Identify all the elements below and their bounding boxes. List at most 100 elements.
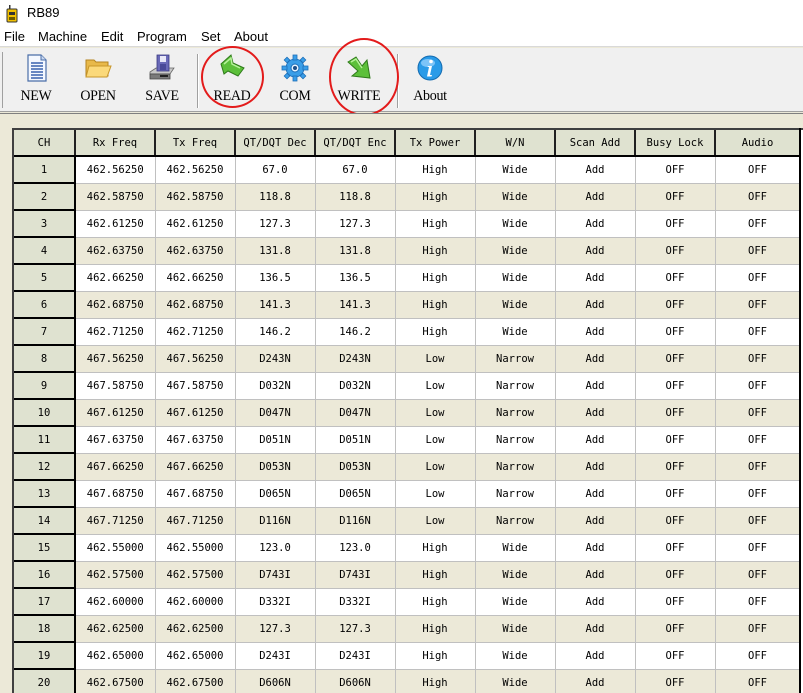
cell-wn[interactable]: Wide (475, 534, 556, 562)
read-button[interactable]: READ (210, 52, 254, 108)
cell-tx-power[interactable]: High (395, 534, 476, 562)
cell-rx-freq[interactable]: 462.68750 (75, 291, 156, 319)
cell-qt-dec[interactable]: 141.3 (235, 291, 316, 319)
cell-qt-enc[interactable]: 127.3 (315, 615, 396, 643)
cell-tx-power[interactable]: High (395, 588, 476, 616)
cell-audio[interactable]: OFF (715, 345, 801, 373)
cell-tx-power[interactable]: High (395, 642, 476, 670)
cell-tx-freq[interactable]: 462.55000 (155, 534, 236, 562)
cell-audio[interactable]: OFF (715, 156, 801, 184)
cell-busy-lock[interactable]: OFF (635, 615, 716, 643)
cell-qt-dec[interactable]: D743I (235, 561, 316, 589)
cell-rx-freq[interactable]: 467.68750 (75, 480, 156, 508)
cell-busy-lock[interactable]: OFF (635, 399, 716, 427)
cell-qt-dec[interactable]: 131.8 (235, 237, 316, 265)
cell-scan-add[interactable]: Add (555, 318, 636, 346)
cell-tx-freq[interactable]: 462.66250 (155, 264, 236, 292)
cell-busy-lock[interactable]: OFF (635, 264, 716, 292)
cell-tx-freq[interactable]: 462.71250 (155, 318, 236, 346)
cell-tx-freq[interactable]: 462.58750 (155, 183, 236, 211)
cell-scan-add[interactable]: Add (555, 453, 636, 481)
column-header-wn[interactable]: W/N (475, 130, 556, 157)
cell-scan-add[interactable]: Add (555, 372, 636, 400)
cell-qt-dec[interactable]: D116N (235, 507, 316, 535)
cell-rx-freq[interactable]: 462.56250 (75, 156, 156, 184)
cell-qt-enc[interactable]: D032N (315, 372, 396, 400)
cell-scan-add[interactable]: Add (555, 291, 636, 319)
cell-rx-freq[interactable]: 467.71250 (75, 507, 156, 535)
cell-tx-freq[interactable]: 467.63750 (155, 426, 236, 454)
cell-busy-lock[interactable]: OFF (635, 183, 716, 211)
menu-about[interactable]: About (234, 29, 268, 44)
cell-rx-freq[interactable]: 467.61250 (75, 399, 156, 427)
cell-busy-lock[interactable]: OFF (635, 642, 716, 670)
cell-tx-power[interactable]: High (395, 237, 476, 265)
cell-wn[interactable]: Narrow (475, 480, 556, 508)
cell-qt-dec[interactable]: 67.0 (235, 156, 316, 184)
cell-tx-freq[interactable]: 462.57500 (155, 561, 236, 589)
toolbar-grip[interactable] (2, 52, 4, 108)
cell-qt-enc[interactable]: D243N (315, 345, 396, 373)
cell-tx-freq[interactable]: 467.66250 (155, 453, 236, 481)
cell-busy-lock[interactable]: OFF (635, 372, 716, 400)
column-header-rx-freq[interactable]: Rx Freq (75, 130, 156, 157)
cell-busy-lock[interactable]: OFF (635, 156, 716, 184)
cell-tx-freq[interactable]: 462.60000 (155, 588, 236, 616)
cell-qt-dec[interactable]: D243I (235, 642, 316, 670)
cell-tx-power[interactable]: High (395, 156, 476, 184)
cell-tx-power[interactable]: Low (395, 480, 476, 508)
cell-audio[interactable]: OFF (715, 480, 801, 508)
cell-wn[interactable]: Narrow (475, 507, 556, 535)
cell-scan-add[interactable]: Add (555, 615, 636, 643)
cell-scan-add[interactable]: Add (555, 399, 636, 427)
cell-wn[interactable]: Wide (475, 642, 556, 670)
save-button[interactable]: SAVE (140, 52, 184, 108)
cell-qt-enc[interactable]: D053N (315, 453, 396, 481)
column-header-audio[interactable]: Audio (715, 130, 801, 157)
cell-qt-dec[interactable]: D243N (235, 345, 316, 373)
cell-scan-add[interactable]: Add (555, 642, 636, 670)
column-header-tx-freq[interactable]: Tx Freq (155, 130, 236, 157)
column-header-qt-dec[interactable]: QT/DQT Dec (235, 130, 316, 157)
cell-scan-add[interactable]: Add (555, 426, 636, 454)
cell-qt-enc[interactable]: D065N (315, 480, 396, 508)
cell-qt-enc[interactable]: 123.0 (315, 534, 396, 562)
cell-audio[interactable]: OFF (715, 372, 801, 400)
cell-busy-lock[interactable]: OFF (635, 534, 716, 562)
cell-audio[interactable]: OFF (715, 534, 801, 562)
cell-audio[interactable]: OFF (715, 426, 801, 454)
cell-busy-lock[interactable]: OFF (635, 588, 716, 616)
cell-audio[interactable]: OFF (715, 264, 801, 292)
cell-rx-freq[interactable]: 462.55000 (75, 534, 156, 562)
cell-tx-power[interactable]: High (395, 615, 476, 643)
cell-busy-lock[interactable]: OFF (635, 210, 716, 238)
cell-wn[interactable]: Wide (475, 588, 556, 616)
cell-audio[interactable]: OFF (715, 399, 801, 427)
cell-qt-enc[interactable]: D332I (315, 588, 396, 616)
cell-qt-dec[interactable]: 118.8 (235, 183, 316, 211)
cell-tx-freq[interactable]: 467.58750 (155, 372, 236, 400)
cell-qt-dec[interactable]: D047N (235, 399, 316, 427)
cell-rx-freq[interactable]: 462.71250 (75, 318, 156, 346)
cell-qt-dec[interactable]: D606N (235, 669, 316, 693)
cell-qt-dec[interactable]: D065N (235, 480, 316, 508)
cell-rx-freq[interactable]: 462.65000 (75, 642, 156, 670)
cell-tx-power[interactable]: Low (395, 345, 476, 373)
cell-qt-enc[interactable]: D116N (315, 507, 396, 535)
cell-rx-freq[interactable]: 462.67500 (75, 669, 156, 693)
cell-wn[interactable]: Narrow (475, 345, 556, 373)
cell-busy-lock[interactable]: OFF (635, 669, 716, 693)
cell-busy-lock[interactable]: OFF (635, 318, 716, 346)
cell-qt-enc[interactable]: D051N (315, 426, 396, 454)
cell-busy-lock[interactable]: OFF (635, 291, 716, 319)
cell-qt-dec[interactable]: 127.3 (235, 210, 316, 238)
cell-scan-add[interactable]: Add (555, 156, 636, 184)
cell-rx-freq[interactable]: 462.57500 (75, 561, 156, 589)
cell-audio[interactable]: OFF (715, 291, 801, 319)
cell-tx-freq[interactable]: 467.56250 (155, 345, 236, 373)
cell-audio[interactable]: OFF (715, 561, 801, 589)
cell-qt-enc[interactable]: D047N (315, 399, 396, 427)
cell-scan-add[interactable]: Add (555, 480, 636, 508)
cell-qt-enc[interactable]: 131.8 (315, 237, 396, 265)
cell-audio[interactable]: OFF (715, 210, 801, 238)
